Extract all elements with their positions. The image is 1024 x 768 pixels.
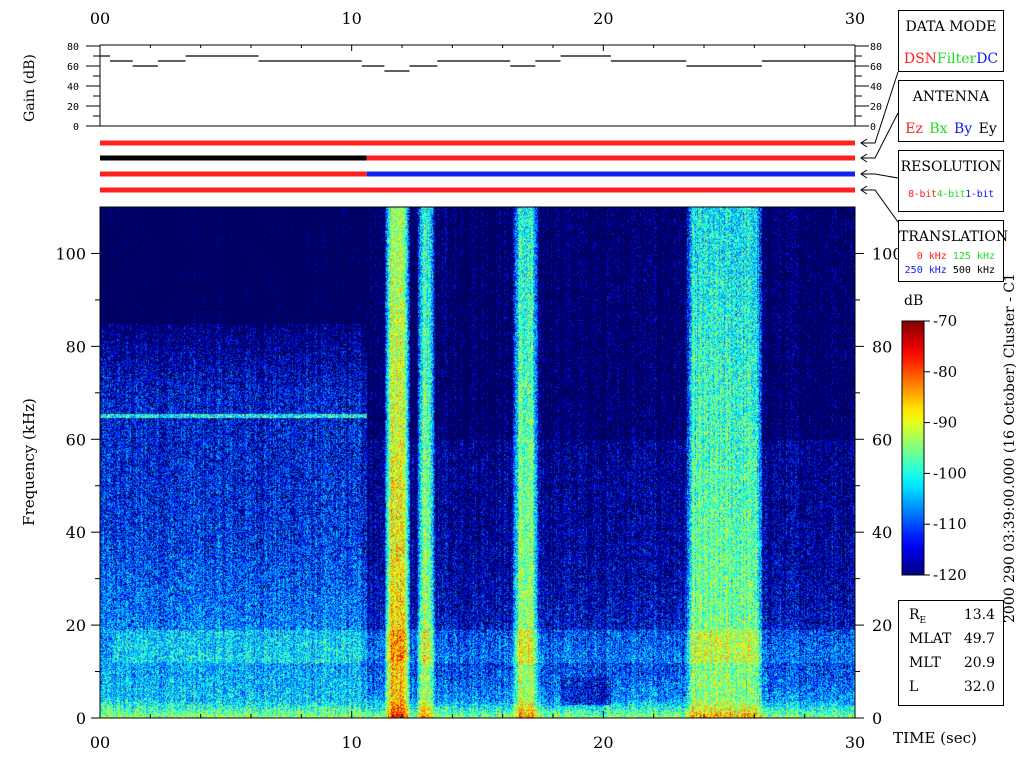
time-tick-label: 20 bbox=[593, 733, 613, 752]
time-tick-label: 10 bbox=[341, 733, 361, 752]
translation-title: TRANSLATION bbox=[899, 229, 1009, 245]
antenna-legend: ANTENNA Ez Bx By Ey bbox=[898, 80, 1004, 142]
colorbar-tick-label: -90 bbox=[933, 414, 957, 432]
freq-right-tick-label: 20 bbox=[872, 616, 892, 635]
time-tick-label: 30 bbox=[845, 733, 865, 752]
freq-tick-label: 0 bbox=[76, 709, 86, 728]
freq-right-tick-label: 60 bbox=[872, 430, 892, 449]
info-row-re: RE 13.4 bbox=[909, 607, 995, 627]
plot-stage: 00 10 20 30 80 80 60 60 40 40 20 20 0 0 Gain (dB) 100 1… bbox=[0, 0, 1024, 768]
data-mode-item: DSN bbox=[903, 51, 937, 67]
resolution-item: 8-bit bbox=[908, 189, 937, 200]
freq-right-tick-label: 0 bbox=[872, 709, 882, 728]
colorbar-tick-label: -110 bbox=[933, 515, 967, 533]
freq-tick-label: 60 bbox=[66, 430, 86, 449]
colorbar-unit: dB bbox=[904, 293, 923, 309]
antenna-item: Ey bbox=[978, 121, 997, 137]
translation-item: 125 kHz bbox=[952, 251, 995, 262]
translation-legend: TRANSLATION 0 kHz 125 kHz 250 kHz 500 kH… bbox=[898, 220, 1009, 282]
translation-item: 500 kHz bbox=[952, 265, 995, 276]
resolution-legend: RESOLUTION 8-bit4-bit1-bit bbox=[898, 150, 1004, 212]
mlat-value: 49.7 bbox=[963, 631, 995, 647]
resolution-items: 8-bit4-bit1-bit bbox=[899, 189, 1003, 200]
antenna-item: Bx bbox=[929, 121, 948, 137]
resolution-item: 4-bit bbox=[936, 189, 966, 200]
data-mode-legend: DATA MODE DSNFilterDC bbox=[898, 10, 1004, 72]
mlat-label: MLAT bbox=[909, 631, 952, 647]
orbit-info-panel: RE 13.4 MLAT 49.7 MLT 20.9 L 32.0 bbox=[898, 600, 1004, 706]
freq-axis-label: Frequency (kHz) bbox=[20, 398, 38, 526]
translation-item: 0 kHz bbox=[916, 251, 947, 262]
resolution-title: RESOLUTION bbox=[900, 159, 1002, 175]
freq-tick-label: 20 bbox=[66, 616, 86, 635]
antenna-items: Ez Bx By Ey bbox=[899, 121, 1003, 137]
colorbar-tick-label: -80 bbox=[933, 363, 957, 381]
re-label: RE bbox=[909, 607, 927, 626]
freq-tick-label: 100 bbox=[55, 244, 86, 263]
antenna-item: Ez bbox=[905, 121, 923, 137]
freq-right-tick-label: 40 bbox=[872, 523, 892, 542]
freq-tick-label: 80 bbox=[66, 337, 86, 356]
freq-right-tick-label: 80 bbox=[872, 337, 892, 356]
freq-tick-label: 40 bbox=[66, 523, 86, 542]
colorbar-tick-label: -100 bbox=[933, 464, 967, 482]
axes-overlay: 100 10080 8060 6040 4020 200 000 10 20 30Frequenc… bbox=[20, 206, 1018, 752]
time-tick-label: 00 bbox=[90, 733, 110, 752]
l-label: L bbox=[909, 679, 919, 695]
data-mode-item: Filter bbox=[936, 51, 977, 67]
antenna-title: ANTENNA bbox=[912, 89, 990, 105]
antenna-item: By bbox=[953, 121, 973, 137]
info-row-mlt: MLT 20.9 bbox=[909, 655, 995, 675]
resolution-item: 1-bit bbox=[965, 189, 994, 200]
mlt-label: MLT bbox=[909, 655, 941, 671]
re-value: 13.4 bbox=[963, 607, 995, 623]
data-mode-item: DC bbox=[976, 51, 999, 67]
l-value: 32.0 bbox=[963, 679, 995, 695]
data-mode-items: DSNFilterDC bbox=[899, 51, 1003, 67]
data-mode-title: DATA MODE bbox=[905, 19, 997, 35]
translation-item: 250 kHz bbox=[904, 265, 947, 276]
spectrogram-frame bbox=[99, 206, 856, 719]
time-axis-label: TIME (sec) bbox=[893, 729, 977, 747]
colorbar bbox=[901, 320, 925, 576]
translation-row-1: 0 kHz 125 kHz bbox=[917, 251, 995, 262]
colorbar-tick-label: -70 bbox=[933, 312, 957, 330]
colorbar-tick-label: -120 bbox=[933, 566, 967, 584]
info-row-mlat: MLAT 49.7 bbox=[909, 631, 995, 651]
mlt-value: 20.9 bbox=[963, 655, 995, 671]
translation-row-2: 250 kHz 500 kHz bbox=[905, 265, 995, 276]
info-row-l: L 32.0 bbox=[909, 679, 995, 699]
side-title: 2000 290 03:39:00.000 (16 October) Clust… bbox=[1002, 273, 1018, 623]
